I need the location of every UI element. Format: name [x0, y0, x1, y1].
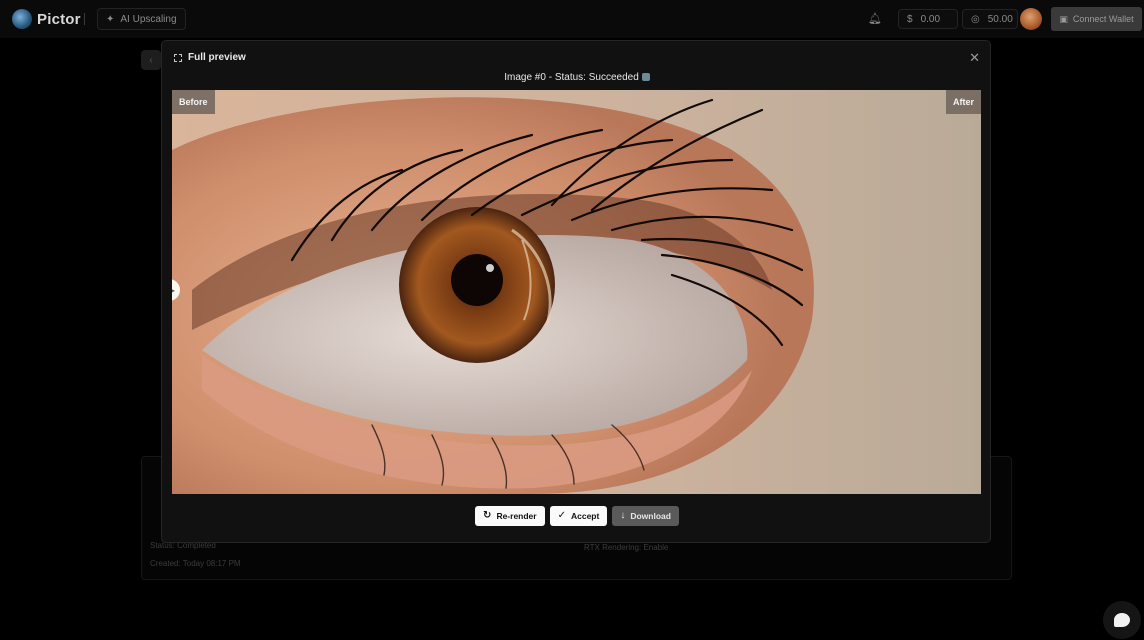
job-created: Created: Today 08:17 PM — [150, 559, 241, 568]
modal-title: Full preview — [188, 52, 246, 63]
image-status-text: Image #0 - Status: Succeeded — [504, 72, 639, 83]
check-icon: ✓ — [557, 510, 566, 521]
chat-icon — [1114, 613, 1130, 627]
tool-selector[interactable]: ✦ AI Upscaling — [97, 8, 186, 30]
sparkle-icon: ✦ — [106, 13, 115, 25]
image-status: Image #0 - Status: Succeeded — [162, 72, 992, 83]
credit-balance[interactable]: ◎ 50.00 — [962, 9, 1018, 29]
connect-wallet-button[interactable]: ▣ Connect Wallet — [1051, 7, 1142, 31]
bell-icon[interactable]: 🔔︎ — [868, 12, 882, 25]
pictor-logo-icon — [12, 9, 32, 29]
refresh-icon: ↻ — [483, 510, 492, 521]
close-icon[interactable]: ✕ — [969, 50, 980, 66]
app-name: Pictor — [37, 10, 81, 28]
connect-wallet-label: Connect Wallet — [1072, 14, 1134, 24]
top-bar: Pictor ✦ AI Upscaling 🔔︎ $ 0.00 ◎ 50.00 … — [0, 0, 1144, 38]
download-label: Download — [630, 511, 671, 521]
avatar[interactable] — [1020, 8, 1042, 30]
back-button[interactable]: ‹ — [141, 50, 161, 70]
coin-icon: ◎ — [971, 13, 980, 25]
job-rtx: RTX Rendering: Enable — [584, 543, 669, 552]
expand-icon — [174, 53, 182, 62]
dollar-icon: $ — [907, 13, 913, 25]
rerender-button[interactable]: ↻ Re-render — [475, 506, 545, 526]
download-button[interactable]: ↓ Download — [612, 506, 679, 526]
chat-button[interactable] — [1103, 601, 1141, 639]
drag-handle-icon: ▸ — [172, 285, 175, 295]
modal-actions: ↻ Re-render ✓ Accept ↓ Download — [162, 506, 992, 526]
rerender-label: Re-render — [496, 511, 537, 521]
usd-balance[interactable]: $ 0.00 — [898, 9, 958, 29]
chevron-left-icon: ‹ — [149, 54, 153, 66]
modal-header: Full preview — [174, 52, 246, 63]
status-indicator-icon — [641, 73, 650, 81]
before-after-comparison[interactable]: Before After ▸ — [172, 90, 981, 494]
credit-balance-value: 50.00 — [987, 13, 1013, 25]
wallet-icon: ▣ — [1059, 13, 1068, 24]
header-divider — [84, 13, 85, 25]
usd-balance-value: 0.00 — [920, 13, 941, 25]
tool-selector-label: AI Upscaling — [120, 13, 177, 25]
accept-label: Accept — [570, 511, 600, 521]
eye-image — [172, 90, 981, 494]
app-logo[interactable]: Pictor — [12, 9, 81, 29]
full-preview-modal: Full preview ✕ Image #0 - Status: Succee… — [161, 40, 991, 543]
download-icon: ↓ — [620, 510, 626, 521]
accept-button[interactable]: ✓ Accept — [549, 506, 608, 526]
before-label: Before — [172, 90, 215, 114]
after-label: After — [945, 90, 981, 114]
